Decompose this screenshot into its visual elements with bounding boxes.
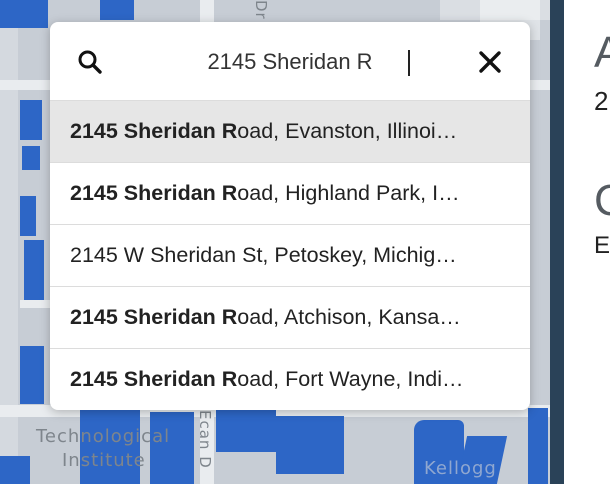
- result-rest-text: oad, Atchison, Kansa…: [237, 305, 461, 329]
- search-input[interactable]: [130, 42, 450, 82]
- map-building: [20, 100, 42, 140]
- map-building: [528, 408, 548, 484]
- search-bar: [50, 22, 530, 100]
- map-building: [0, 0, 48, 28]
- panel-text-1: 2: [594, 86, 609, 116]
- map-panel-edge: [550, 0, 564, 484]
- search-result-item[interactable]: 2145 Sheridan Road, Highland Park, I…: [50, 162, 530, 224]
- search-icon: [70, 42, 110, 82]
- search-result-item[interactable]: 2145 Sheridan Road, Fort Wayne, Indi…: [50, 348, 530, 410]
- search-card: 2145 Sheridan Road, Evanston, Illinoi… 2…: [50, 22, 530, 410]
- result-rest-text: 2145 W Sheridan St, Petoskey, Michig…: [70, 243, 457, 267]
- map-building: [20, 346, 44, 404]
- panel-text-2: E: [594, 232, 610, 259]
- search-results-list: 2145 Sheridan Road, Evanston, Illinoi… 2…: [50, 100, 530, 410]
- map-label-street-mid: Ecan D: [196, 410, 214, 469]
- panel-heading-2: C: [594, 176, 610, 225]
- map-label-street-top: Dr: [252, 0, 270, 20]
- panel-heading-1: A: [594, 28, 610, 77]
- map-building: [216, 408, 276, 452]
- map-building: [0, 456, 30, 484]
- search-result-item[interactable]: 2145 Sheridan Road, Evanston, Illinoi…: [50, 100, 530, 162]
- map-building: [20, 196, 36, 236]
- map-label-institute-line2: Institute: [62, 450, 146, 471]
- text-caret: [408, 50, 410, 76]
- map-shade: [440, 0, 550, 20]
- search-result-item[interactable]: 2145 W Sheridan St, Petoskey, Michig…: [50, 224, 530, 286]
- result-rest-text: oad, Fort Wayne, Indi…: [237, 367, 464, 391]
- result-match-text: 2145 Sheridan R: [70, 305, 238, 329]
- map-building: [100, 0, 134, 20]
- map-building: [276, 416, 344, 474]
- close-icon[interactable]: [470, 42, 510, 82]
- map-road: [20, 300, 50, 308]
- result-rest-text: oad, Evanston, Illinoi…: [237, 119, 458, 143]
- search-result-item[interactable]: 2145 Sheridan Road, Atchison, Kansa…: [50, 286, 530, 348]
- map-building: [24, 240, 44, 300]
- map-building: [150, 412, 194, 484]
- detail-panel: A 2 C E: [564, 0, 610, 484]
- map-building: [22, 146, 40, 170]
- map-label-institute-line1: Technological: [36, 426, 171, 447]
- result-rest-text: oad, Highland Park, I…: [237, 181, 460, 205]
- result-match-text: 2145 Sheridan R: [70, 181, 238, 205]
- map-label-kellogg: Kellogg: [424, 458, 497, 479]
- result-match-text: 2145 Sheridan R: [70, 367, 238, 391]
- result-match-text: 2145 Sheridan R: [70, 119, 238, 143]
